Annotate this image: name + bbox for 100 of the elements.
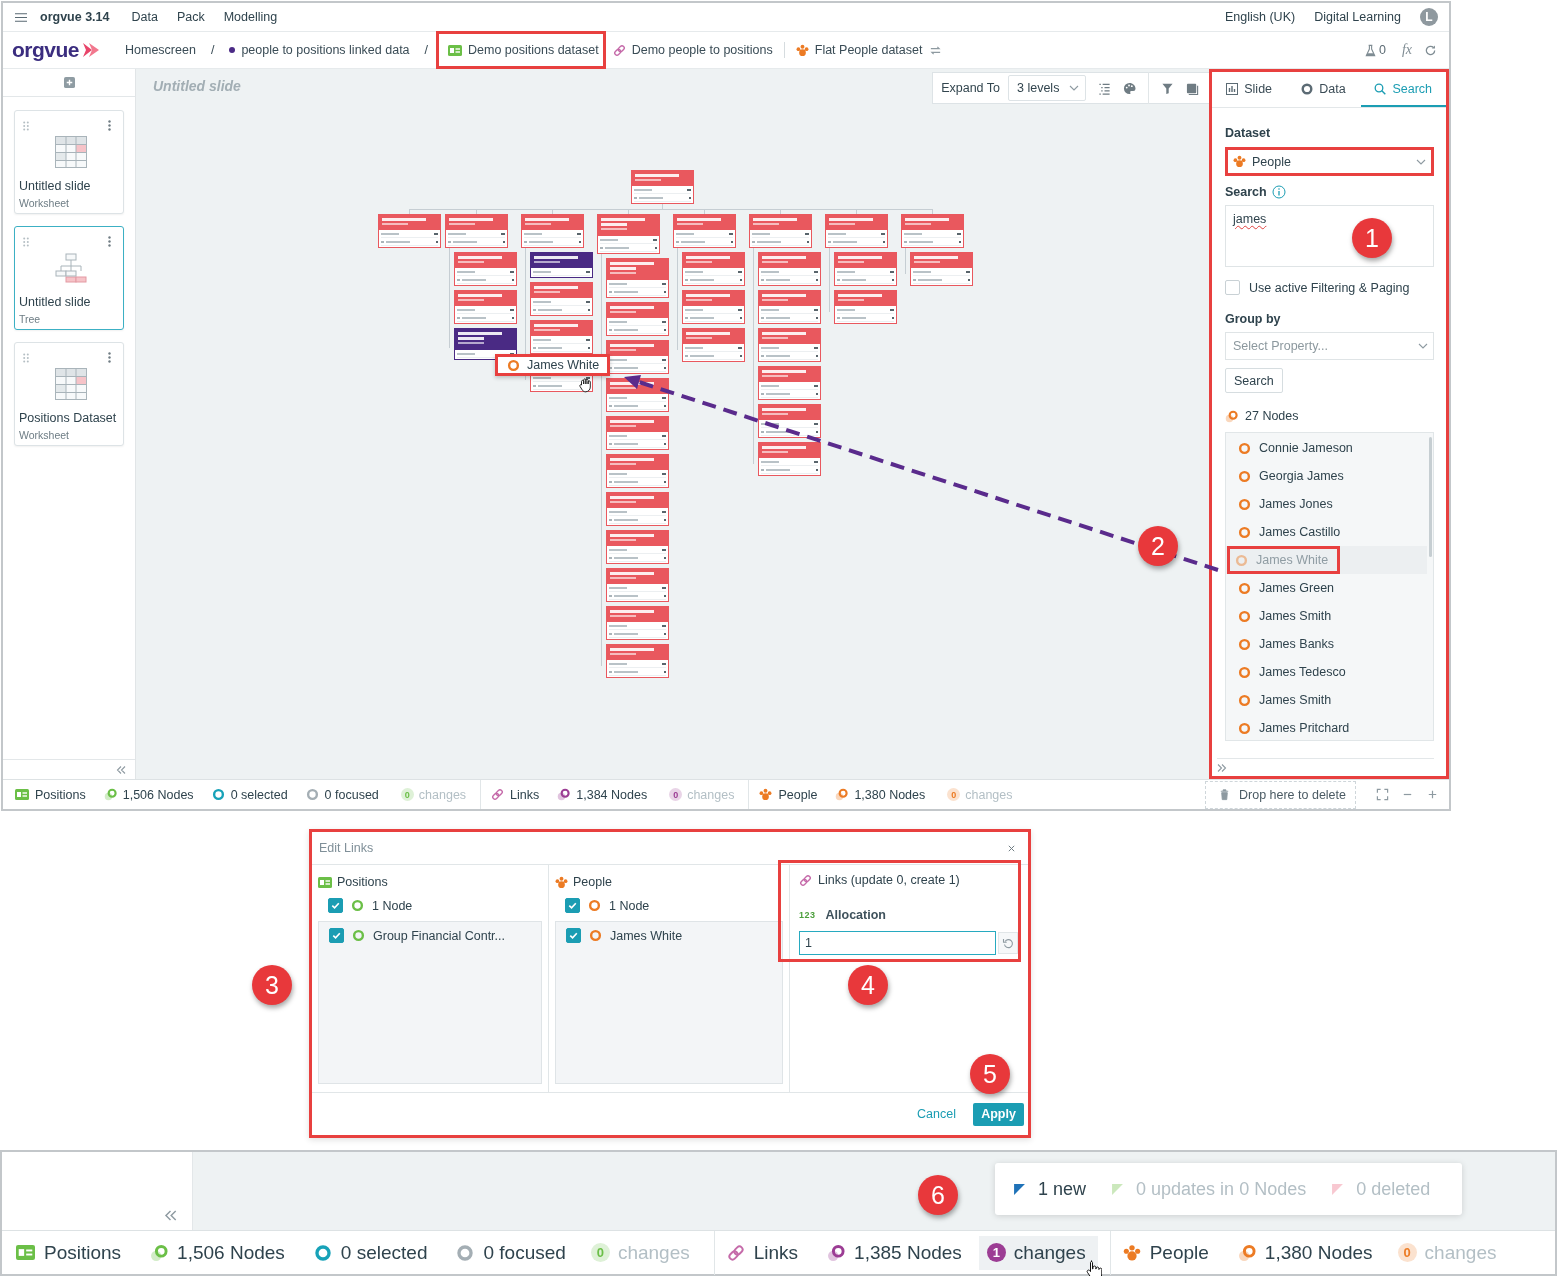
breadcrumb-link[interactable]: Flat People dataset (788, 31, 930, 69)
change-summary: 1 new (1038, 1178, 1087, 1200)
app-title: orgvue 3.14 (40, 10, 110, 24)
dataset-select[interactable]: People (1225, 147, 1434, 176)
result-label: James Smith (1259, 693, 1332, 707)
ring-icon (1301, 82, 1314, 95)
refresh-icon[interactable] (1424, 43, 1437, 57)
focus-ring-icon (305, 788, 319, 801)
logo-text[interactable]: orgvue (12, 38, 79, 62)
more-options-icon[interactable] (108, 352, 111, 363)
fullscreen-icon[interactable] (1376, 788, 1389, 801)
delete-drop-zone[interactable]: Drop here to delete (1205, 780, 1356, 809)
flag-icon (1331, 1182, 1345, 1196)
search-result-row[interactable]: James Pritchard (1226, 714, 1427, 740)
changes-button[interactable]: 1 changes (978, 1235, 1098, 1270)
count-badge: 0 (1397, 1243, 1417, 1262)
close-icon[interactable] (1007, 843, 1016, 853)
filter-icon[interactable] (1161, 81, 1174, 95)
dataset-name[interactable]: People (778, 787, 818, 802)
panel-tab[interactable]: Slide (1212, 72, 1287, 107)
column-title: People (573, 875, 612, 889)
people-icon (1233, 155, 1246, 168)
more-options-icon[interactable] (108, 120, 111, 131)
panel-icon[interactable] (1186, 81, 1199, 95)
language-menu[interactable]: English (UK) (1224, 10, 1296, 24)
search-result-row[interactable]: James Banks (1226, 630, 1427, 658)
add-slide-icon[interactable] (63, 77, 75, 88)
palette-icon[interactable] (1123, 81, 1136, 95)
result-count: 27 Nodes (1245, 409, 1299, 423)
search-result-row[interactable]: Connie Jameson (1226, 434, 1427, 462)
info-icon[interactable] (1271, 185, 1286, 199)
checkbox[interactable] (566, 928, 581, 943)
list-icon[interactable] (1098, 81, 1111, 95)
search-button[interactable]: Search (1225, 368, 1283, 393)
menu-item[interactable]: Modelling (223, 10, 278, 24)
ring-icon (1238, 525, 1251, 539)
checkmark-icon (331, 930, 342, 941)
search-result-row[interactable]: James Green (1226, 574, 1427, 602)
dataset-name[interactable]: Positions (44, 1241, 122, 1264)
dot-icon (229, 47, 236, 53)
checkbox[interactable] (328, 898, 343, 913)
collapse-icon[interactable] (164, 1209, 177, 1222)
result-label: James White (1256, 553, 1329, 567)
ring-icon (1238, 469, 1251, 483)
zoom-in-icon[interactable] (1426, 788, 1439, 801)
chevron-down-icon (1416, 158, 1426, 165)
slide-title: Untitled slide (19, 295, 92, 309)
search-result-row[interactable]: Georgia James (1226, 462, 1427, 490)
search-result-row[interactable]: James Jones (1226, 490, 1427, 518)
dataset-name[interactable]: Links (753, 1241, 799, 1264)
levels-select[interactable]: 3 levels (1008, 75, 1086, 101)
breadcrumb-link[interactable]: Demo people to positions (605, 31, 780, 69)
checkbox[interactable] (329, 928, 344, 943)
menu-icon[interactable] (15, 12, 27, 22)
drag-chip[interactable]: James White (495, 354, 610, 376)
slide-card[interactable]: Untitled slide Tree (14, 226, 124, 330)
breadcrumb-link[interactable]: Demo positions dataset (436, 31, 606, 69)
selected-count: 0 selected (340, 1241, 428, 1264)
breadcrumb-separator: / (210, 43, 215, 57)
dataset-name[interactable]: Positions (35, 787, 86, 802)
node-count: 1 Node (609, 898, 650, 913)
drag-handle-icon[interactable] (23, 236, 29, 247)
id-card-icon (448, 44, 463, 56)
ring-icon (589, 929, 602, 942)
checkbox[interactable] (565, 898, 580, 913)
search-result-row[interactable]: James Castillo (1226, 518, 1427, 546)
user-menu[interactable]: Digital Learning (1314, 10, 1401, 24)
more-options-icon[interactable] (108, 236, 111, 247)
reset-button[interactable] (998, 932, 1018, 954)
search-result-row[interactable]: James Smith (1226, 686, 1427, 714)
drag-handle-icon[interactable] (23, 120, 29, 131)
node-ring-icon (1237, 1243, 1256, 1262)
ring-icon (1238, 581, 1251, 595)
node-count: 1 Node (372, 898, 413, 913)
result-label: James Tedesco (1259, 665, 1346, 679)
ring-icon (507, 358, 520, 372)
slide-type: Tree (19, 313, 42, 325)
drag-handle-icon[interactable] (23, 352, 29, 363)
node-ring-icon (557, 788, 571, 801)
dataset-name[interactable]: People (1149, 1241, 1209, 1264)
flask-icon[interactable] (1363, 43, 1377, 57)
panel-tab[interactable]: Data (1286, 72, 1361, 107)
search-result-row[interactable]: James Tedesco (1226, 658, 1427, 686)
search-result-row[interactable]: James Smith (1226, 602, 1427, 630)
dataset-name[interactable]: Links (510, 787, 540, 802)
ring-icon (1238, 441, 1251, 455)
slide-card[interactable]: Positions Dataset Worksheet (14, 342, 124, 446)
menu-item[interactable]: Data (131, 10, 158, 24)
collapse-icon[interactable] (116, 764, 126, 775)
expand-icon[interactable] (1217, 762, 1227, 773)
menu-item[interactable]: Pack (176, 10, 205, 24)
breadcrumb-link[interactable]: people to positions linked data (222, 31, 417, 69)
slide-title-field[interactable]: Untitled slide (136, 69, 933, 103)
people-icon (795, 43, 809, 57)
slide-card[interactable]: Untitled slide Worksheet (14, 110, 124, 214)
allocation-field[interactable]: 1 (799, 931, 997, 955)
checkbox[interactable] (1225, 280, 1240, 295)
formula-button[interactable]: fx (1401, 42, 1412, 58)
changes-button[interactable]: 0 changes (665, 782, 739, 807)
breadcrumb-link[interactable]: Homescreen (118, 31, 203, 69)
